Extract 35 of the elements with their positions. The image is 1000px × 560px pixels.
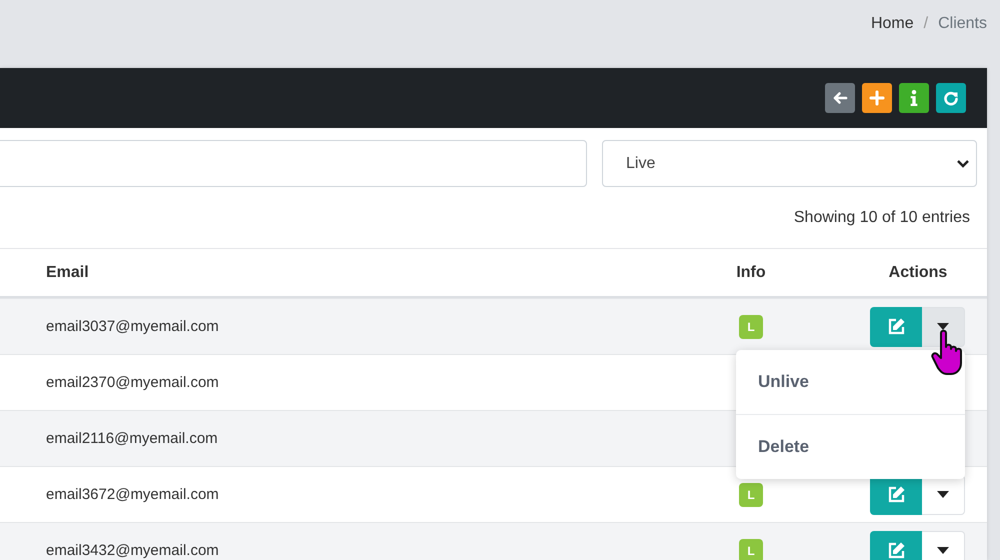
column-header: Info [736,264,766,282]
back-arrow-icon [831,89,849,107]
select-value: Live [626,154,656,172]
breadcrumb-current: Clients [938,15,987,33]
info-button[interactable] [899,83,929,113]
edit-icon [886,484,906,504]
status-select[interactable]: Live [602,140,977,187]
back-button[interactable] [825,83,855,113]
caret-icon [937,547,949,554]
email-cell: email3432@myemail.com [46,542,219,558]
status-badge: L [739,314,763,338]
search-field[interactable] [0,140,587,187]
chevron-down-icon [956,158,970,168]
plus-icon [868,89,886,107]
status-badge: L [739,482,763,506]
column-header: Email [46,264,89,280]
refresh-button[interactable] [936,83,966,113]
column-header: Actions [888,264,948,282]
edit-icon [886,540,906,560]
info-icon [910,90,918,106]
add-button[interactable] [862,83,892,113]
refresh-icon [942,89,960,107]
email-cell: email3037@myemail.com [46,318,219,334]
breadcrumb-separator: / [924,15,928,33]
menu-item[interactable]: Unlive [736,350,965,414]
breadcrumb-link[interactable]: Home [870,15,914,33]
email-cell: email2370@myemail.com [46,374,219,390]
dropdown-toggle[interactable] [922,530,965,560]
email-cell: email2116@myemail.com [46,430,218,446]
email-cell: email3672@myemail.com [46,486,219,502]
edit-icon [886,316,906,336]
entries-summary: Showing 10 of 10 entries [794,208,970,226]
caret-icon [937,491,949,498]
status-badge: L [739,538,763,560]
dropdown-toggle[interactable] [922,306,965,346]
